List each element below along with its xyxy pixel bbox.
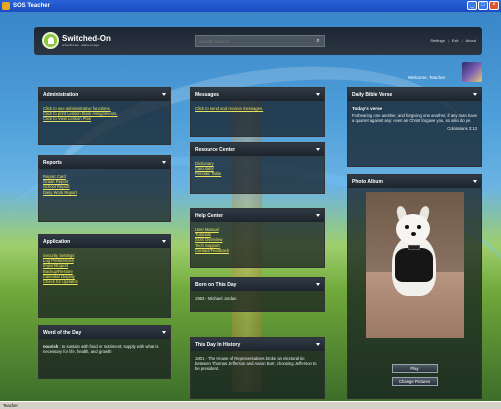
separator: | [447, 38, 449, 43]
dog-eye [416, 225, 421, 229]
logo-icon [42, 32, 59, 49]
panel-header: Messages [191, 88, 324, 101]
help-center-panel: Help Center User Manual Tutorials SOS Ov… [190, 208, 325, 268]
close-button[interactable]: × [489, 1, 499, 10]
window-controls: _ □ × [467, 1, 499, 10]
daily-work-report-link[interactable]: Daily Work Report [43, 190, 166, 195]
welcome-text: Welcome, Teacher [408, 75, 446, 80]
panel-header: Born on This Day [191, 278, 324, 291]
word-definition: nourish : to sustain with food or nutrim… [43, 344, 166, 354]
panel-header: Help Center [191, 209, 324, 222]
word-of-day-panel: Word of the Day nourish : to sustain wit… [38, 325, 171, 379]
play-button[interactable]: Play [391, 364, 438, 373]
chevron-down-icon[interactable] [162, 240, 166, 243]
administration-panel: Administration Click to see administrati… [38, 87, 171, 145]
panel-title: Reports [43, 159, 62, 166]
search-input[interactable] [196, 36, 314, 46]
logo-name: Switched-On [62, 34, 111, 43]
logo: Switched-On schoolhouse · alpha omega [42, 32, 111, 49]
panel-title: Born on This Day [195, 281, 237, 288]
panel-title: Daily Bible Verse [352, 91, 393, 98]
definition: : to sustain with food or nutriment; sup… [43, 344, 159, 355]
bible-verse-panel: Daily Bible Verse Today's verse Forbeari… [347, 87, 482, 167]
chevron-down-icon[interactable] [316, 283, 320, 286]
dog-nose [410, 232, 416, 236]
chevron-down-icon[interactable] [316, 93, 320, 96]
exit-link[interactable]: Exit [452, 38, 459, 43]
born-entry: 1963 - Michael Jordan [195, 296, 237, 301]
panel-title: Photo Album [352, 178, 383, 185]
contact-feedback-link[interactable]: Contact/Feedback [195, 248, 320, 253]
born-on-day-panel: Born on This Day 1963 - Michael Jordan [190, 277, 325, 312]
verse-text: Forbearing one another, and forgiving on… [352, 113, 478, 124]
dog-eye [404, 225, 409, 229]
verse-reference: Colossians 3:13 [447, 126, 477, 132]
check-updates-link[interactable]: Check for Updates [43, 279, 166, 284]
change-pictures-button[interactable]: Change Pictures [391, 377, 438, 386]
chevron-down-icon[interactable] [162, 331, 166, 334]
reports-panel: Reports Report Card Grade Report School … [38, 155, 171, 222]
panel-title: Application [43, 238, 71, 245]
chevron-down-icon[interactable] [316, 343, 320, 346]
panel-title: Messages [195, 91, 219, 98]
messages-link[interactable]: Click to send and receive messages. [195, 106, 320, 111]
dog-vest [394, 248, 433, 282]
album-photo [365, 192, 464, 338]
window-titlebar: SOS Teacher _ □ × [0, 0, 501, 12]
header-bar: Switched-On schoolhouse · alpha omega ⌕ … [34, 27, 482, 55]
panel-header: Daily Bible Verse [348, 88, 481, 101]
settings-link[interactable]: Settings [430, 38, 444, 43]
panel-title: Word of the Day [43, 329, 82, 336]
logo-tagline: schoolhouse · alpha omega [62, 43, 99, 47]
dashboard-area: Switched-On schoolhouse · alpha omega ⌕ … [0, 12, 501, 401]
chevron-down-icon[interactable] [316, 214, 320, 217]
panel-header: Application [39, 235, 170, 248]
chevron-down-icon[interactable] [473, 93, 477, 96]
panel-title: Resource Center [195, 146, 236, 153]
panel-title: Help Center [195, 212, 224, 219]
panel-header: Word of the Day [39, 326, 170, 339]
messages-panel: Messages Click to send and receive messa… [190, 87, 325, 137]
photo-album-panel: Photo Album Play Change Pictures [347, 174, 482, 399]
minimize-button[interactable]: _ [467, 1, 477, 10]
chevron-down-icon[interactable] [162, 93, 166, 96]
about-link[interactable]: About [466, 38, 476, 43]
chevron-down-icon[interactable] [162, 161, 166, 164]
app-icon [2, 2, 10, 10]
avatar[interactable] [462, 62, 482, 82]
window-title: SOS Teacher [13, 3, 50, 9]
panel-header: Reports [39, 156, 170, 169]
history-entry: 1801 - The House of Representatives brok… [195, 356, 317, 372]
panel-title: Administration [43, 91, 79, 98]
search-icon[interactable]: ⌕ [313, 37, 323, 45]
application-panel: Application Security Settings Log Prefer… [38, 234, 171, 318]
panel-header: Photo Album [348, 175, 481, 188]
dog-bowtie [407, 245, 420, 250]
dog-head [395, 214, 430, 244]
panel-header: Resource Center [191, 143, 324, 156]
status-bar: Teacher [0, 401, 501, 409]
panel-title: This Day In History [195, 341, 241, 348]
chevron-down-icon[interactable] [316, 148, 320, 151]
periodic-table-link[interactable]: Periodic Table [195, 171, 320, 176]
separator: | [461, 38, 463, 43]
top-links: Settings | Exit | About [430, 38, 476, 43]
view-lesson-plan-link[interactable]: Click to View Lesson Plan [43, 116, 166, 121]
panel-header: This Day In History [191, 338, 324, 351]
maximize-button[interactable]: □ [478, 1, 488, 10]
verse-heading: Today's verse [352, 106, 383, 111]
search-box: ⌕ [195, 35, 325, 47]
chevron-down-icon[interactable] [473, 180, 477, 183]
resource-center-panel: Resource Center Dictionary Calculator Pe… [190, 142, 325, 194]
panel-header: Administration [39, 88, 170, 101]
history-panel: This Day In History 1801 - The House of … [190, 337, 325, 399]
